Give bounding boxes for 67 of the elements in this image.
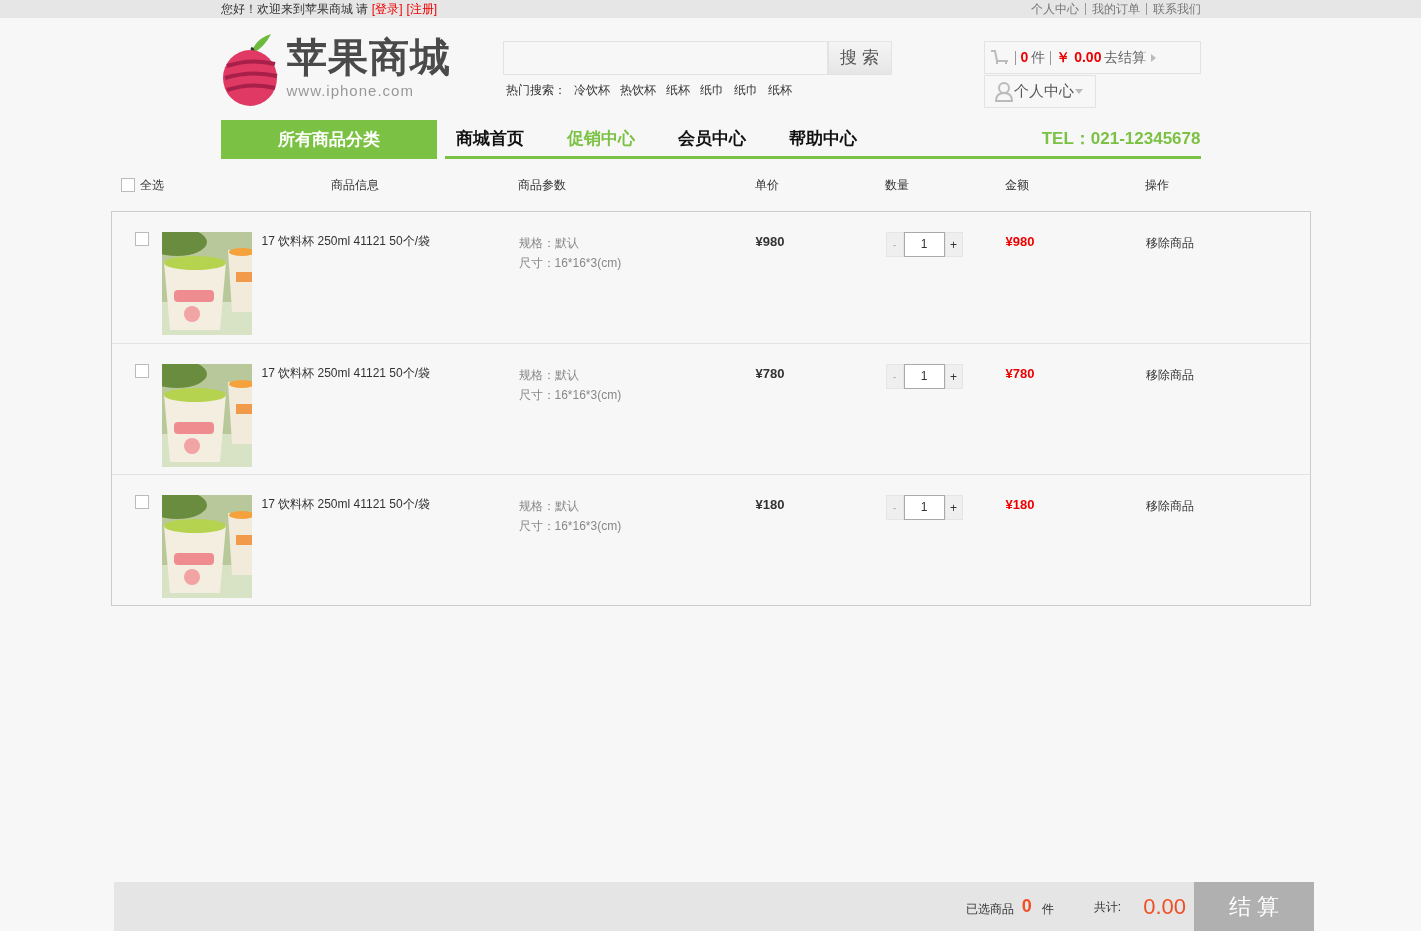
- selected-label: 已选商品: [965, 900, 1014, 918]
- hot-search-link[interactable]: 纸杯: [665, 81, 690, 99]
- remove-link[interactable]: 移除商品: [1145, 232, 1194, 252]
- checkbox[interactable]: [134, 495, 149, 509]
- user-menu-button[interactable]: 个人中心: [983, 75, 1096, 108]
- quantity-field[interactable]: 1: [903, 495, 945, 520]
- caret-icon: [1074, 89, 1083, 94]
- checkout-link: 去结算: [1104, 48, 1147, 67]
- hot-search-link[interactable]: 纸杯: [767, 81, 792, 99]
- logo-title: 苹果商城: [286, 34, 451, 80]
- subtotal-price: ¥180: [1005, 496, 1036, 514]
- product-size: 尺寸：16*16*3(cm): [518, 255, 623, 272]
- cart-count: 0: [1020, 48, 1029, 67]
- product-name[interactable]: 17 饮料杯 250ml 41121 50个/袋: [261, 232, 431, 250]
- hot-search-label: 热门搜索：: [505, 82, 566, 99]
- hot-search-link[interactable]: 纸巾: [733, 81, 758, 99]
- unit-price: ¥780: [755, 365, 786, 383]
- cart-icon: [989, 48, 1010, 67]
- column-header: 商品参数: [517, 177, 567, 194]
- hot-search-link[interactable]: 冷饮杯: [573, 81, 610, 99]
- phone-number: TEL：021-12345678: [1041, 128, 1201, 151]
- search-button[interactable]: 搜 索: [827, 41, 892, 75]
- cart-amount: ￥ 0.00: [1056, 48, 1102, 67]
- product-name[interactable]: 17 饮料杯 250ml 41121 50个/袋: [261, 364, 431, 382]
- column-header: 操作: [1144, 177, 1170, 194]
- top-link[interactable]: 个人中心: [1030, 0, 1079, 18]
- product-size: 尺寸：16*16*3(cm): [518, 518, 623, 535]
- quantity-field[interactable]: 1: [903, 232, 945, 257]
- register-link[interactable]: [注册]: [406, 0, 438, 18]
- top-link[interactable]: 我的订单: [1091, 0, 1140, 18]
- product-spec: 规格：默认: [518, 498, 580, 515]
- logo-url: www.iphone.com: [286, 81, 415, 101]
- selected-unit: 件: [1041, 900, 1054, 918]
- hot-search-link[interactable]: 纸巾: [699, 81, 724, 99]
- cart-summary[interactable]: 0 件 ￥ 0.00 去结算: [983, 41, 1201, 74]
- column-header: 数量: [884, 177, 910, 194]
- subtotal-price: ¥980: [1005, 233, 1036, 251]
- column-header: 商品信息: [330, 177, 380, 194]
- greeting-text: 您好！欢迎来到苹果商城 请: [220, 1, 368, 18]
- login-link[interactable]: [登录]: [371, 0, 403, 18]
- product-size: 尺寸：16*16*3(cm): [518, 387, 623, 404]
- product-name[interactable]: 17 饮料杯 250ml 41121 50个/袋: [261, 495, 431, 513]
- cart-unit: 件: [1031, 48, 1046, 67]
- selected-count: 0: [1021, 895, 1032, 918]
- nav-tab[interactable]: 会员中心: [666, 126, 778, 152]
- top-link[interactable]: 联系我们: [1152, 0, 1201, 18]
- nav-tab[interactable]: 帮助中心: [777, 126, 889, 152]
- column-header: 金额: [1004, 177, 1030, 194]
- product-spec: 规格：默认: [518, 367, 580, 384]
- total-amount: 0.00: [1143, 893, 1186, 921]
- subtotal-price: ¥780: [1005, 365, 1036, 383]
- remove-link[interactable]: 移除商品: [1145, 495, 1194, 515]
- checkbox[interactable]: [134, 364, 149, 378]
- select-all-label: 全选: [139, 177, 164, 194]
- caret-icon: [1151, 53, 1157, 62]
- checkbox[interactable]: [120, 178, 135, 192]
- product-spec: 规格：默认: [518, 235, 580, 252]
- user-icon: [994, 81, 1013, 102]
- hot-search-link[interactable]: 热饮杯: [619, 81, 656, 99]
- unit-price: ¥180: [755, 496, 786, 514]
- total-label: 共计:: [1093, 898, 1122, 916]
- unit-price: ¥980: [755, 233, 786, 251]
- nav-tab[interactable]: 商城首页: [444, 126, 556, 152]
- checkbox[interactable]: [134, 232, 149, 246]
- remove-link[interactable]: 移除商品: [1145, 364, 1194, 384]
- column-header: 单价: [754, 177, 780, 194]
- quantity-field[interactable]: 1: [903, 364, 945, 389]
